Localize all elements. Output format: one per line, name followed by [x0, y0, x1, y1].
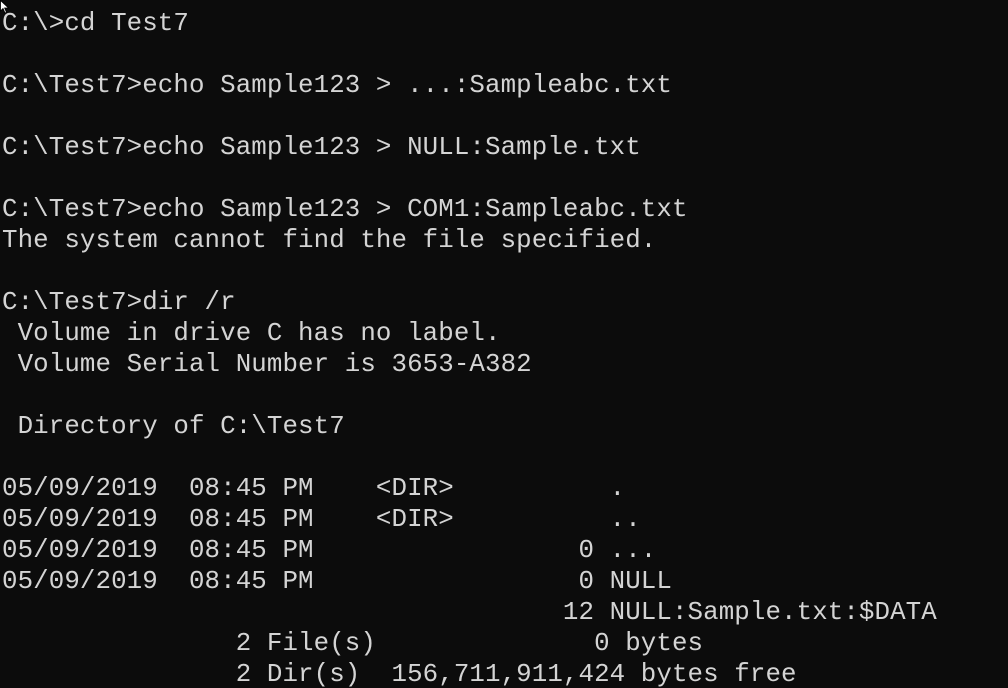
dir-listing-row: 05/09/2019 08:45 PM 0 ... — [2, 536, 657, 565]
console-line-volume-label: Volume in drive C has no label. — [2, 319, 501, 348]
dir-listing-stream-row: 12 NULL:Sample.txt:$DATA — [2, 598, 937, 627]
console-window[interactable]: C:\>cd Test7 C:\Test7>echo Sample123 > .… — [0, 0, 1008, 688]
console-line-volume-serial: Volume Serial Number is 3653-A382 — [2, 350, 532, 379]
console-line-cd: C:\>cd Test7 — [2, 9, 189, 38]
dir-listing-row: 05/09/2019 08:45 PM <DIR> . — [2, 474, 626, 503]
dir-listing-row: 05/09/2019 08:45 PM <DIR> .. — [2, 505, 641, 534]
mouse-pointer-icon — [0, 0, 10, 14]
console-line-error-message: The system cannot find the file specifie… — [2, 226, 657, 255]
console-line-directory-of: Directory of C:\Test7 — [2, 412, 345, 441]
console-line-echo-dots: C:\Test7>echo Sample123 > ...:Sampleabc.… — [2, 71, 672, 100]
dir-summary-dirs: 2 Dir(s) 156,711,911,424 bytes free — [2, 660, 797, 688]
console-line-dir-command: C:\Test7>dir /r — [2, 288, 236, 317]
dir-listing-row: 05/09/2019 08:45 PM 0 NULL — [2, 567, 672, 596]
dir-summary-files: 2 File(s) 0 bytes — [2, 629, 704, 658]
console-line-echo-null: C:\Test7>echo Sample123 > NULL:Sample.tx… — [2, 133, 641, 162]
console-line-echo-com1: C:\Test7>echo Sample123 > COM1:Sampleabc… — [2, 195, 688, 224]
